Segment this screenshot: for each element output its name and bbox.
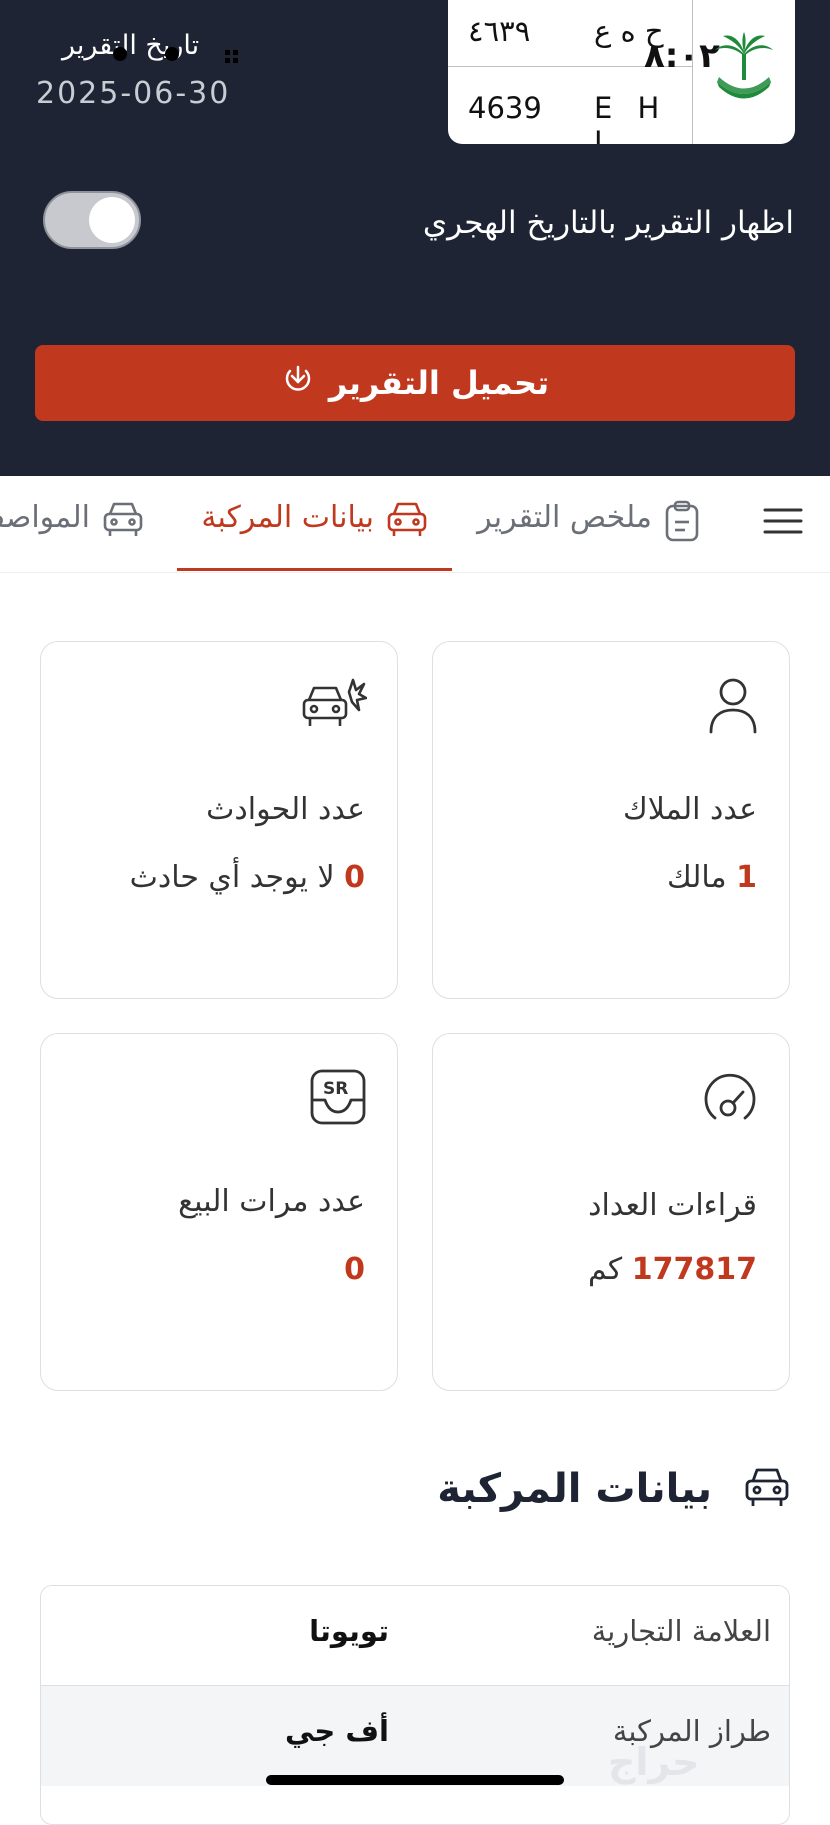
accidents-value: 0 لا يوجد أي حادث [130,860,365,895]
tab-vehicle-data-label: بيانات المركبة [201,500,374,535]
sales-count-title: عدد مرات البيع [178,1184,365,1219]
saudi-emblem-icon [692,0,795,144]
accidents-card: عدد الحوادث 0 لا يوجد أي حادث [40,641,398,999]
home-indicator[interactable] [266,1775,564,1785]
sales-count-number: 0 [344,1252,365,1287]
download-report-button[interactable]: تحميل التقرير [35,345,795,421]
owners-count: 1 [736,860,757,895]
car-icon [102,500,144,548]
odometer-unit: كم [587,1252,623,1287]
report-date-value: 2025-06-30 [36,76,231,111]
hijri-date-toggle[interactable] [43,191,141,249]
model-value: أف جي [285,1714,389,1748]
owners-unit: مالك [666,860,727,895]
owners-title: عدد الملاك [623,792,757,827]
accidents-title: عدد الحوادث [206,792,365,827]
vehicle-data-section-title: بيانات المركبة [437,1466,712,1512]
plate-latin-letters: E H J [594,91,668,144]
owners-card: عدد الملاك 1 مالك [432,641,790,999]
haraj-watermark: حراج [608,1740,700,1784]
brand-value: تويوتا [309,1614,389,1648]
vehicle-data-table: العلامة التجارية تويوتا طراز المركبة أف … [40,1585,790,1825]
signal-dots-icon [110,44,240,78]
person-icon [707,676,759,738]
clipboard-icon [664,500,700,550]
odometer-reading: 177817 [631,1252,757,1287]
tab-bar: ملخص التقرير بيانات المركبة المواصفات [0,476,830,573]
report-header: تاريخ التقرير 2025-06-30 ٤٦٣٩ ح ه ع 4639… [0,0,830,476]
toggle-knob [89,197,135,243]
download-report-label: تحميل التقرير [328,364,550,402]
accidents-unit: لا يوجد أي حادث [129,860,335,895]
hijri-toggle-label: اظهار التقرير بالتاريخ الهجري [422,205,794,241]
odometer-title: قراءات العداد [588,1188,757,1223]
tab-vehicle-data[interactable]: بيانات المركبة [177,500,452,571]
license-plate: ٤٦٣٩ ح ه ع 4639 E H J ٨:٠٢ [448,0,795,144]
tab-report-summary-label: ملخص التقرير [477,500,652,535]
car-crash-icon [301,676,368,736]
plate-latin-row: 4639 E H J [448,67,693,144]
download-icon [281,362,315,404]
plate-arabic-numbers: ٤٦٣٩ [468,14,531,48]
plate-latin-numbers: 4639 [468,91,542,125]
sale-sr-icon: SR [309,1068,367,1130]
brand-label: العلامة التجارية [591,1614,771,1648]
odometer-icon [701,1068,759,1130]
hamburger-menu-icon[interactable] [763,506,803,540]
accidents-count: 0 [344,860,365,895]
tab-specifications-label: المواصفات [0,500,90,535]
table-row: العلامة التجارية تويوتا [41,1586,789,1686]
tab-report-summary[interactable]: ملخص التقرير [477,500,700,572]
car-icon [386,500,428,548]
svg-text:SR: SR [323,1079,348,1099]
tab-specifications[interactable]: المواصفات [0,500,144,572]
sales-count-card: SR عدد مرات البيع 0 [40,1033,398,1391]
sales-count-value: 0 [344,1252,365,1287]
owners-value: 1 مالك [667,860,757,895]
car-icon [744,1465,790,1513]
odometer-card: قراءات العداد 177817 كم [432,1033,790,1391]
odometer-value: 177817 كم [588,1252,757,1287]
